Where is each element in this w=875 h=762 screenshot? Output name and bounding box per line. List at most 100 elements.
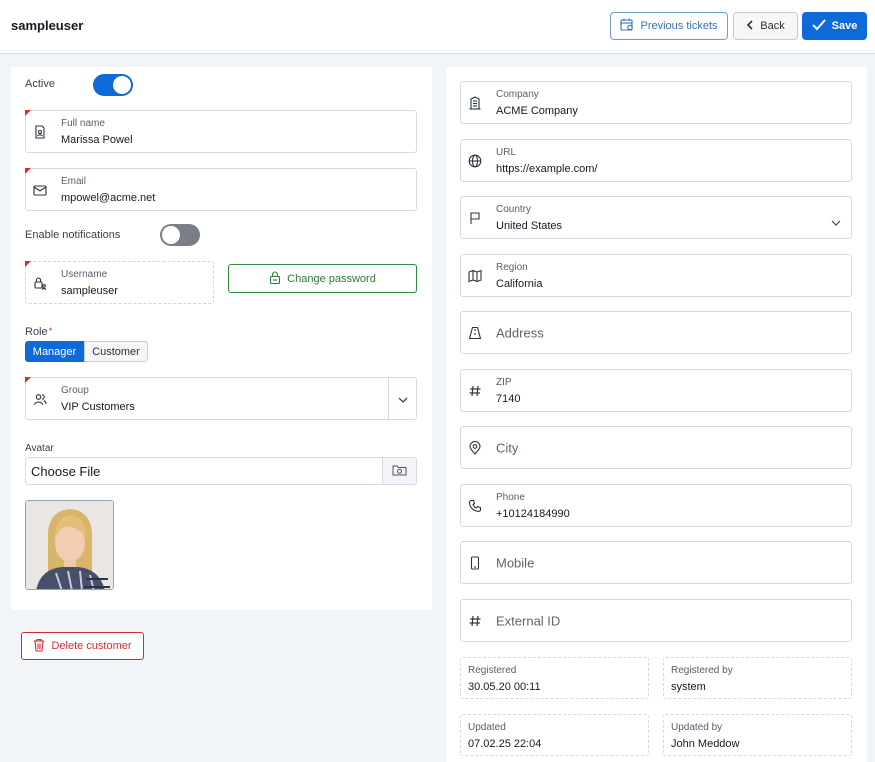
previous-tickets-button[interactable]: Previous tickets bbox=[610, 12, 728, 40]
change-password-button[interactable]: Change password bbox=[228, 264, 417, 293]
role-option-customer[interactable]: Customer bbox=[84, 341, 148, 362]
registered-info: Registered 30.05.20 00:11 bbox=[460, 657, 649, 699]
address-field[interactable]: Address bbox=[460, 311, 852, 354]
updated-value: 07.02.25 22:04 bbox=[468, 738, 542, 750]
registered-by-label: Registered by bbox=[671, 665, 733, 676]
avatar-file-input[interactable]: Choose File bbox=[25, 457, 417, 485]
back-label: Back bbox=[760, 20, 785, 32]
lock-icon bbox=[269, 270, 281, 287]
group-value: VIP Customers bbox=[61, 401, 135, 413]
active-label: Active bbox=[25, 78, 55, 90]
mobile-phone-icon bbox=[461, 542, 489, 583]
required-asterisk: * bbox=[48, 326, 53, 336]
avatar-label: Avatar bbox=[25, 443, 54, 454]
updated-by-label: Updated by bbox=[671, 722, 723, 733]
building-icon bbox=[461, 82, 489, 123]
role-option-manager[interactable]: Manager bbox=[25, 341, 84, 362]
hash-icon bbox=[461, 370, 489, 411]
user-card-icon bbox=[26, 111, 54, 152]
folder-image-icon bbox=[392, 464, 407, 479]
save-button[interactable]: Save bbox=[802, 12, 867, 40]
zip-field[interactable]: ZIP 7140 bbox=[460, 369, 852, 412]
chevron-down-icon bbox=[398, 392, 408, 406]
updated-by-info: Updated by John Meddow bbox=[663, 714, 852, 756]
users-icon bbox=[26, 378, 54, 419]
group-select[interactable]: Group VIP Customers bbox=[25, 377, 417, 420]
registered-label: Registered bbox=[468, 665, 517, 676]
registered-by-info: Registered by system bbox=[663, 657, 852, 699]
group-dropdown-toggle[interactable] bbox=[388, 378, 416, 419]
page-title: sampleuser bbox=[11, 18, 84, 33]
save-label: Save bbox=[831, 20, 858, 32]
external-id-placeholder: External ID bbox=[496, 613, 561, 628]
road-icon bbox=[461, 312, 489, 353]
map-pin-icon bbox=[461, 427, 489, 468]
chevron-down-icon bbox=[831, 215, 841, 229]
avatar-image bbox=[25, 500, 114, 590]
phone-label: Phone bbox=[496, 492, 525, 503]
username-field: Username sampleuser bbox=[25, 261, 214, 304]
mobile-field[interactable]: Mobile bbox=[460, 541, 852, 584]
phone-field[interactable]: Phone +10124184990 bbox=[460, 484, 852, 527]
back-button[interactable]: Back bbox=[733, 12, 798, 40]
url-value: https://example.com/ bbox=[496, 163, 598, 175]
region-field[interactable]: Region California bbox=[460, 254, 852, 297]
full-name-value: Marissa Powel bbox=[61, 134, 133, 146]
registered-value: 30.05.20 00:11 bbox=[468, 681, 541, 693]
top-bar: sampleuser Previous tickets Back Save bbox=[0, 0, 875, 54]
updated-info: Updated 07.02.25 22:04 bbox=[460, 714, 649, 756]
customer-details-panel: Active Full name Marissa Powel Email mpo… bbox=[11, 67, 432, 610]
delete-customer-button[interactable]: Delete customer bbox=[21, 632, 144, 660]
group-label: Group bbox=[61, 385, 89, 396]
email-value: mpowel@acme.net bbox=[61, 192, 156, 204]
updated-by-value: John Meddow bbox=[671, 738, 740, 750]
mobile-placeholder: Mobile bbox=[496, 555, 535, 570]
url-field[interactable]: URL https://example.com/ bbox=[460, 139, 852, 182]
username-value: sampleuser bbox=[61, 285, 118, 297]
calendar-icon bbox=[620, 18, 634, 34]
map-icon bbox=[461, 255, 489, 296]
phone-value: +10124184990 bbox=[496, 508, 570, 520]
change-password-label: Change password bbox=[287, 272, 376, 285]
address-placeholder: Address bbox=[496, 325, 544, 340]
zip-label: ZIP bbox=[496, 377, 512, 388]
previous-tickets-label: Previous tickets bbox=[640, 20, 718, 32]
globe-icon bbox=[461, 140, 489, 181]
country-label: Country bbox=[496, 204, 532, 215]
flag-icon bbox=[461, 197, 489, 238]
url-label: URL bbox=[496, 147, 517, 158]
role-label-text: Role bbox=[25, 326, 48, 338]
region-label: Region bbox=[496, 262, 528, 273]
envelope-icon bbox=[26, 169, 54, 210]
region-value: California bbox=[496, 278, 543, 290]
delete-customer-label: Delete customer bbox=[51, 640, 132, 652]
city-field[interactable]: City bbox=[460, 426, 852, 469]
full-name-label: Full name bbox=[61, 118, 105, 129]
zip-value: 7140 bbox=[496, 393, 521, 405]
username-label: Username bbox=[61, 269, 108, 280]
external-id-field[interactable]: External ID bbox=[460, 599, 852, 642]
company-label: Company bbox=[496, 89, 539, 100]
trash-icon bbox=[33, 638, 45, 655]
user-lock-icon bbox=[26, 262, 54, 303]
choose-file-label: Choose File bbox=[31, 464, 101, 479]
updated-label: Updated bbox=[468, 722, 506, 733]
check-icon bbox=[811, 18, 826, 34]
registered-by-value: system bbox=[671, 681, 706, 693]
country-select[interactable]: Country United States bbox=[460, 196, 852, 239]
folder-browse-button[interactable] bbox=[382, 458, 416, 484]
company-field[interactable]: Company ACME Company bbox=[460, 81, 852, 124]
full-name-field[interactable]: Full name Marissa Powel bbox=[25, 110, 417, 153]
phone-icon bbox=[461, 485, 489, 526]
chevron-left-icon bbox=[746, 19, 754, 33]
notifications-toggle[interactable] bbox=[160, 224, 200, 246]
active-toggle[interactable] bbox=[93, 74, 133, 96]
city-placeholder: City bbox=[496, 440, 519, 455]
notifications-label: Enable notifications bbox=[25, 229, 121, 241]
email-field[interactable]: Email mpowel@acme.net bbox=[25, 168, 417, 211]
country-value: United States bbox=[496, 220, 563, 232]
email-label: Email bbox=[61, 176, 87, 187]
company-details-panel: Company ACME Company URL https://example… bbox=[446, 67, 867, 762]
role-label: Role* bbox=[25, 326, 52, 338]
hash-icon bbox=[461, 600, 489, 641]
